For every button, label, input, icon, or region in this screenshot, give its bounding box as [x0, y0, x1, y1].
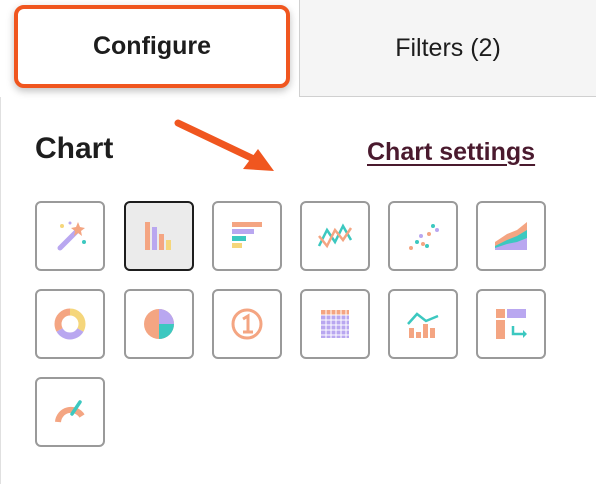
area-chart-icon	[495, 222, 527, 250]
scatter-chart-icon	[409, 224, 439, 250]
chart-type-bar[interactable]	[124, 201, 194, 271]
tab-configure[interactable]: Configure	[14, 5, 290, 88]
chart-section-title: Chart	[35, 132, 114, 165]
chart-type-combo[interactable]	[388, 289, 458, 359]
table-icon	[321, 310, 349, 338]
pivot-table-icon	[496, 309, 527, 339]
horizontal-bar-chart-icon	[232, 222, 262, 248]
vertical-bar-chart-icon	[145, 222, 171, 250]
gauge-icon	[55, 400, 85, 423]
chart-type-line[interactable]	[300, 201, 370, 271]
chart-type-gauge[interactable]	[35, 377, 105, 447]
annotation-arrow-icon	[174, 119, 274, 171]
chart-type-pie[interactable]	[124, 289, 194, 359]
chart-type-horizontal-bar[interactable]	[212, 201, 282, 271]
magic-wand-icon	[57, 221, 86, 251]
combo-chart-icon	[407, 312, 439, 338]
tab-bar: Filters (2) Configure	[0, 0, 596, 97]
single-value-icon	[231, 308, 263, 340]
chart-type-donut[interactable]	[35, 289, 105, 359]
donut-chart-icon	[54, 308, 86, 340]
line-chart-icon	[317, 223, 353, 249]
tab-filters-label: Filters (2)	[395, 33, 501, 62]
tab-filters[interactable]: Filters (2)	[299, 0, 596, 97]
chart-type-table[interactable]	[300, 289, 370, 359]
panel-border	[0, 97, 1, 484]
tab-configure-label: Configure	[92, 32, 212, 60]
pie-chart-icon	[144, 309, 174, 339]
chart-type-area[interactable]	[476, 201, 546, 271]
chart-type-single-value[interactable]	[212, 289, 282, 359]
chart-type-magic[interactable]	[35, 201, 105, 271]
chart-settings-link[interactable]: Chart settings	[367, 138, 535, 167]
chart-type-pivot[interactable]	[476, 289, 546, 359]
chart-type-scatter[interactable]	[388, 201, 458, 271]
